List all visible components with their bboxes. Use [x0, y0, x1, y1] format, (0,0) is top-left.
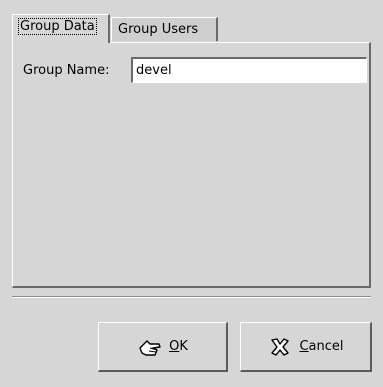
tab-group-users[interactable]: Group Users [111, 17, 218, 41]
cancel-label: Cancel [299, 339, 344, 354]
tab-panel: Group Name: [12, 42, 371, 288]
tab-group-data-label: Group Data [18, 18, 97, 35]
cancel-button[interactable]: Cancel [240, 322, 372, 372]
group-name-input[interactable] [131, 57, 367, 83]
tab-group-users-label: Group Users [118, 22, 199, 37]
ok-button[interactable]: OK [98, 322, 228, 372]
tab-group-data[interactable]: Group Data [12, 14, 110, 43]
separator [12, 296, 371, 298]
ok-label: OK [169, 339, 188, 354]
ok-hand-icon [137, 336, 163, 358]
group-name-label: Group Name: [23, 63, 110, 78]
cancel-x-icon [267, 336, 293, 358]
